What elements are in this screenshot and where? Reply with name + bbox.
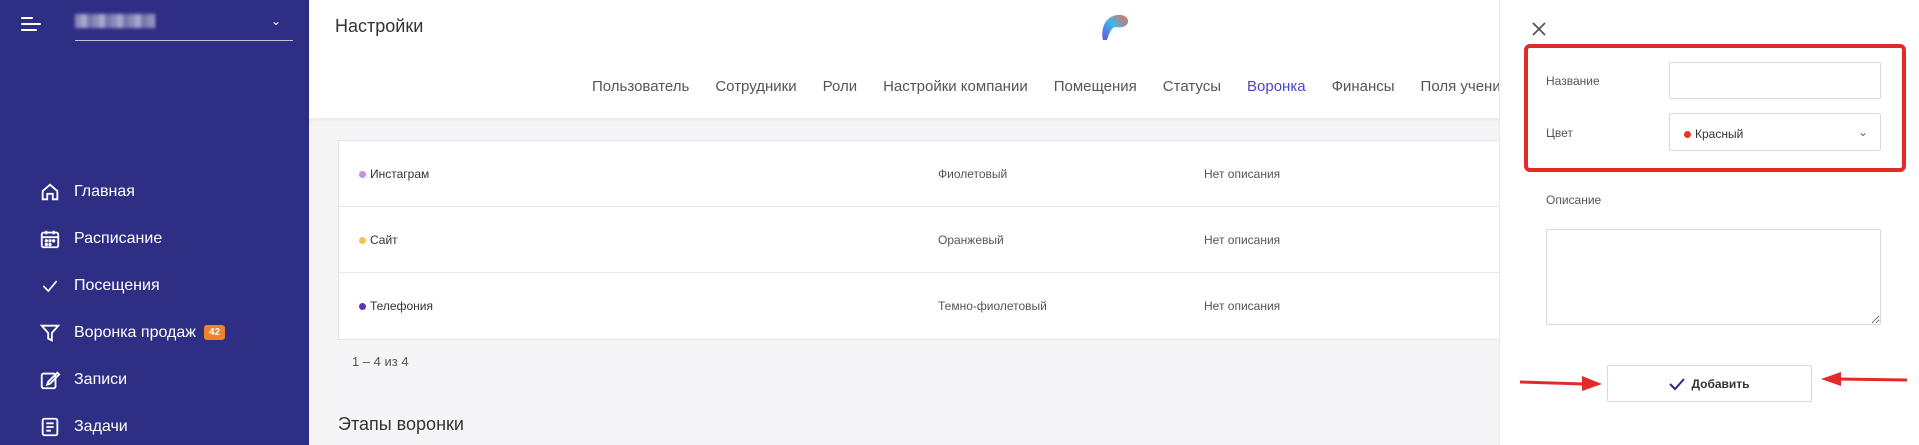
tab-company-settings[interactable]: Настройки компании: [883, 78, 1028, 95]
calendar-icon: [38, 227, 62, 251]
color-select[interactable]: Красный ⌄: [1669, 113, 1881, 151]
section-title: Этапы воронки: [338, 414, 464, 434]
sources-table: Инстаграм Фиолетовый Нет описания Сайт О…: [338, 140, 1499, 340]
pagination-info: 1 – 4 из 4: [352, 354, 409, 369]
annotation-arrow-left-icon: [1821, 372, 1907, 386]
color-dot: [359, 170, 366, 178]
sidebar-item-sales-funnel[interactable]: Воронка продаж 42: [38, 309, 226, 356]
source-name-cell: Сайт: [359, 233, 398, 247]
source-name: Телефония: [370, 299, 433, 313]
page-title: Настройки: [335, 16, 424, 36]
settings-tabs: Пользователь Сотрудники Роли Настройки к…: [592, 78, 1550, 95]
source-name-cell: Инстаграм: [359, 167, 429, 181]
table-row[interactable]: Инстаграм Фиолетовый Нет описания: [339, 141, 1499, 207]
add-button[interactable]: Добавить: [1607, 365, 1812, 402]
check-icon: [1669, 377, 1686, 390]
sidebar-item-label: Расписание: [74, 229, 163, 247]
sidebar-item-tasks[interactable]: Задачи: [38, 403, 225, 445]
source-color: Темно-фиолетовый: [938, 299, 1047, 313]
sidebar-item-label: Посещения: [74, 276, 160, 294]
sidebar-item-label: Воронка продаж: [74, 323, 196, 341]
check-icon: [38, 274, 62, 298]
tab-user[interactable]: Пользователь: [592, 78, 689, 95]
sidebar-item-records[interactable]: Записи: [38, 356, 225, 403]
close-icon[interactable]: [1530, 20, 1548, 38]
edit-note-icon: [38, 368, 62, 392]
name-input[interactable]: [1669, 62, 1881, 99]
source-description: Нет описания: [1204, 167, 1281, 181]
source-color: Оранжевый: [938, 233, 1004, 247]
color-dot: [1684, 130, 1691, 138]
source-description: Нет описания: [1204, 233, 1281, 247]
color-select-label: Красный: [1695, 127, 1744, 141]
color-select-value: Красный: [1684, 127, 1743, 141]
tab-funnel[interactable]: Воронка: [1247, 78, 1306, 95]
annotation-arrow-right-icon: [1520, 376, 1602, 391]
app-logo-icon: [1102, 14, 1129, 40]
notification-badge: 42: [203, 325, 226, 340]
source-description: Нет описания: [1204, 299, 1281, 313]
description-label: Описание: [1546, 193, 1602, 207]
source-name-cell: Телефония: [359, 299, 433, 313]
header: Настройки Пользователь Сотрудники Роли Н…: [309, 0, 1524, 118]
table-row[interactable]: Телефония Темно-фиолетовый Нет описания: [339, 273, 1499, 339]
color-dot: [359, 236, 366, 244]
company-name-redacted: [75, 14, 155, 28]
sidebar-item-label: Записи: [74, 370, 128, 388]
name-label: Название: [1546, 74, 1600, 88]
sidebar-item-label: Задачи: [74, 417, 128, 435]
source-color: Фиолетовый: [938, 167, 1008, 181]
table-row[interactable]: Сайт Оранжевый Нет описания: [339, 207, 1499, 273]
source-name: Сайт: [370, 233, 398, 247]
add-button-label: Добавить: [1691, 376, 1750, 391]
tab-roles[interactable]: Роли: [823, 78, 858, 95]
tab-rooms[interactable]: Помещения: [1054, 78, 1137, 95]
chevron-down-icon: ⌄: [1857, 125, 1868, 139]
source-name: Инстаграм: [370, 167, 430, 181]
home-icon: [38, 180, 62, 204]
task-list-icon: [38, 415, 62, 439]
funnel-icon: [38, 321, 62, 345]
description-textarea[interactable]: [1546, 229, 1881, 325]
color-label: Цвет: [1546, 126, 1573, 140]
main-content: Настройки Пользователь Сотрудники Роли Н…: [309, 0, 1524, 445]
color-dot: [359, 302, 366, 310]
add-source-panel: Название Цвет Красный ⌄ Описание Добавит…: [1499, 0, 1919, 445]
menu-toggle-icon[interactable]: [21, 17, 43, 33]
sidebar-item-home[interactable]: Главная: [38, 168, 225, 215]
tab-finance[interactable]: Финансы: [1332, 78, 1395, 95]
sidebar-item-schedule[interactable]: Расписание: [38, 215, 225, 262]
sidebar-item-visits[interactable]: Посещения: [38, 262, 225, 309]
chevron-down-icon: ⌄: [270, 14, 281, 28]
tab-statuses[interactable]: Статусы: [1163, 78, 1221, 95]
sidebar-menu: Главная Расписание Посещения Воронка про…: [38, 168, 226, 445]
tab-employees[interactable]: Сотрудники: [715, 78, 796, 95]
sidebar-item-label: Главная: [74, 182, 135, 200]
sidebar: ⌄ Главная Расписание Посещения Воронка п…: [0, 0, 309, 445]
company-select[interactable]: ⌄: [75, 8, 293, 41]
